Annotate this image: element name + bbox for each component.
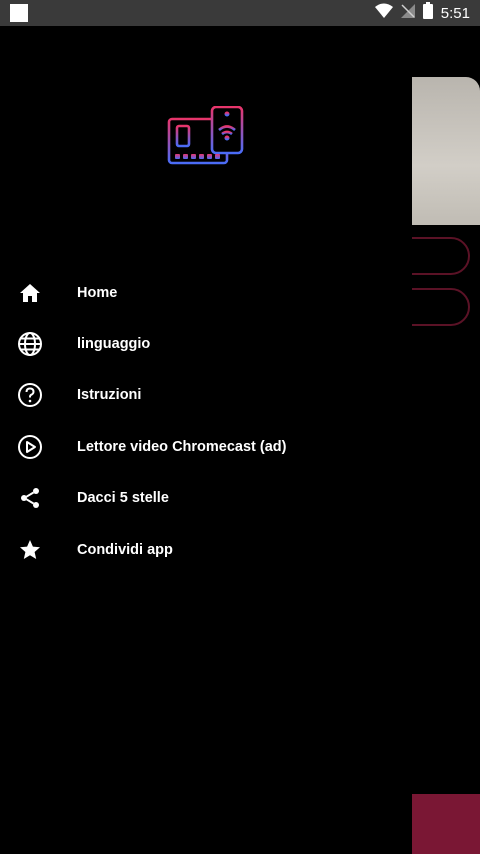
- menu-item-label: Condividi app: [77, 541, 173, 558]
- menu-item-rate-app[interactable]: Dacci 5 stelle: [0, 473, 412, 524]
- status-time: 5:51: [440, 4, 470, 22]
- home-icon: [17, 280, 43, 306]
- menu-item-instructions[interactable]: Istruzioni: [0, 370, 412, 421]
- help-circle-icon: [17, 382, 43, 408]
- menu-item-language[interactable]: linguaggio: [0, 318, 412, 369]
- globe-icon: [17, 331, 43, 357]
- screen-mirroring-logo-icon: [166, 105, 248, 186]
- share-icon: [17, 485, 43, 511]
- menu-item-label: linguaggio: [77, 336, 151, 353]
- background-image-card: [412, 77, 480, 225]
- menu-item-chromecast-player[interactable]: Lettore video Chromecast (ad): [0, 421, 412, 472]
- battery-icon: [422, 2, 433, 24]
- menu-item-label: Lettore video Chromecast (ad): [77, 438, 287, 455]
- menu-item-label: Dacci 5 stelle: [77, 490, 169, 507]
- navigation-drawer: Home linguaggio Istruzioni Lettore video…: [0, 26, 412, 854]
- menu-item-home[interactable]: Home: [0, 267, 412, 318]
- menu-item-share-app[interactable]: Condividi app: [0, 524, 412, 575]
- notification-icon: [10, 4, 28, 22]
- status-bar: 5:51: [0, 0, 480, 26]
- background-bottom-banner: [412, 794, 480, 854]
- drawer-menu: Home linguaggio Istruzioni Lettore video…: [0, 267, 412, 575]
- menu-item-label: Istruzioni: [77, 387, 142, 404]
- play-circle-icon: [17, 434, 43, 460]
- no-signal-icon: [400, 3, 415, 24]
- star-icon: [17, 537, 43, 563]
- menu-item-label: Home: [77, 284, 118, 301]
- wifi-icon: [374, 3, 393, 24]
- status-icons: 5:51: [374, 0, 470, 26]
- drawer-header: [0, 26, 412, 218]
- screen: 5:51 Home linguaggio Istruzioni Lettore …: [0, 0, 480, 854]
